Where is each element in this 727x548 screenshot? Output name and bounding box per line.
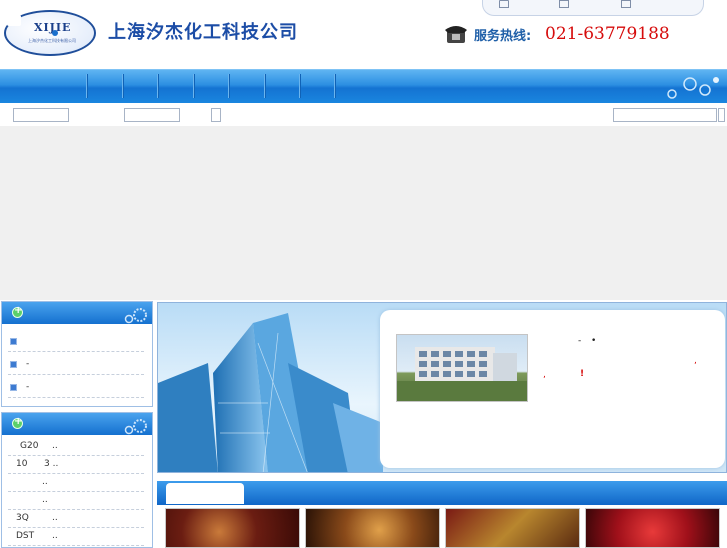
list-item[interactable] (8, 332, 144, 352)
search-field-3[interactable] (613, 108, 717, 122)
list-item-label: - (26, 382, 30, 392)
nav-separator (299, 74, 300, 98)
phone-icon (445, 26, 467, 43)
product-thumbnail[interactable] (165, 508, 300, 548)
panel-header (2, 302, 152, 324)
news-title: 10 (16, 459, 28, 469)
hotline-number: 021-63779188 (545, 24, 670, 44)
news-row[interactable]: .. (8, 474, 144, 492)
swirl-decoration (667, 77, 719, 99)
search-button[interactable] (211, 108, 221, 122)
filter-strip (0, 104, 727, 126)
left-panel-news: G20 .. 10 3 .. .. .. 3Q .. DST .. (1, 412, 153, 548)
top-links-bar (482, 0, 704, 16)
hotline-label: 服务热线: (474, 29, 532, 44)
news-ellipsis: .. (42, 477, 48, 487)
book-icon (7, 15, 21, 26)
company-name: 上海汐杰化工科技公司 (108, 22, 298, 43)
news-row[interactable]: 3Q .. (8, 510, 144, 528)
nav-separator (334, 74, 335, 98)
news-row[interactable]: G20 .. (8, 438, 144, 456)
list-item[interactable]: - (8, 378, 144, 398)
news-ellipsis: .. (42, 495, 48, 505)
product-thumbnail[interactable] (305, 508, 440, 548)
gear-decoration-icon (124, 419, 147, 435)
news-ellipsis: .. (52, 513, 58, 523)
news-row[interactable]: DST .. (8, 528, 144, 546)
nav-separator (264, 74, 265, 98)
plus-icon (12, 305, 23, 318)
nav-separator (157, 74, 158, 98)
panel-header (2, 413, 152, 435)
banner-mark: ! (580, 369, 585, 379)
news-ellipsis: 3 .. (44, 459, 59, 469)
banner-mark: - (578, 336, 582, 346)
bullet-icon (10, 361, 17, 368)
nav-separator (122, 74, 123, 98)
nav-separator (193, 74, 194, 98)
banner-mark: • (591, 336, 597, 346)
left-panel-categories: - - (1, 301, 153, 407)
office-building-photo (396, 334, 528, 402)
banner-mark: , (543, 370, 546, 380)
news-title: DST (16, 531, 35, 541)
news-row[interactable]: .. (8, 492, 144, 510)
products-tab[interactable] (166, 483, 244, 504)
banner-mark: , (694, 356, 697, 366)
list-item[interactable]: - (8, 355, 144, 375)
news-title: 3Q (16, 513, 29, 523)
news-ellipsis: .. (52, 531, 58, 541)
search-field-2[interactable] (124, 108, 180, 122)
list-item-label: - (26, 359, 30, 369)
flash-placeholder-area (0, 126, 727, 300)
main-nav-bar (0, 69, 727, 103)
plus-icon (12, 416, 23, 429)
news-row[interactable]: 10 3 .. (8, 456, 144, 474)
nav-separator (228, 74, 229, 98)
search-submit-button[interactable] (718, 108, 725, 122)
home-icon[interactable] (499, 0, 509, 8)
news-ellipsis: .. (52, 441, 58, 451)
nav-active-indicator (52, 30, 58, 36)
bullet-icon (10, 384, 17, 391)
nav-separator (86, 74, 87, 98)
bullet-icon (10, 338, 17, 345)
search-field-1[interactable] (13, 108, 69, 122)
news-title: G20 (20, 441, 39, 451)
logo-subtext: 上海汐杰化工科技有限公司 (28, 38, 76, 43)
product-thumbnail[interactable] (445, 508, 580, 548)
mail-icon[interactable] (621, 0, 631, 8)
sitemap-icon[interactable] (559, 0, 569, 8)
product-thumbnail[interactable] (585, 508, 720, 548)
gear-decoration-icon (124, 308, 147, 324)
